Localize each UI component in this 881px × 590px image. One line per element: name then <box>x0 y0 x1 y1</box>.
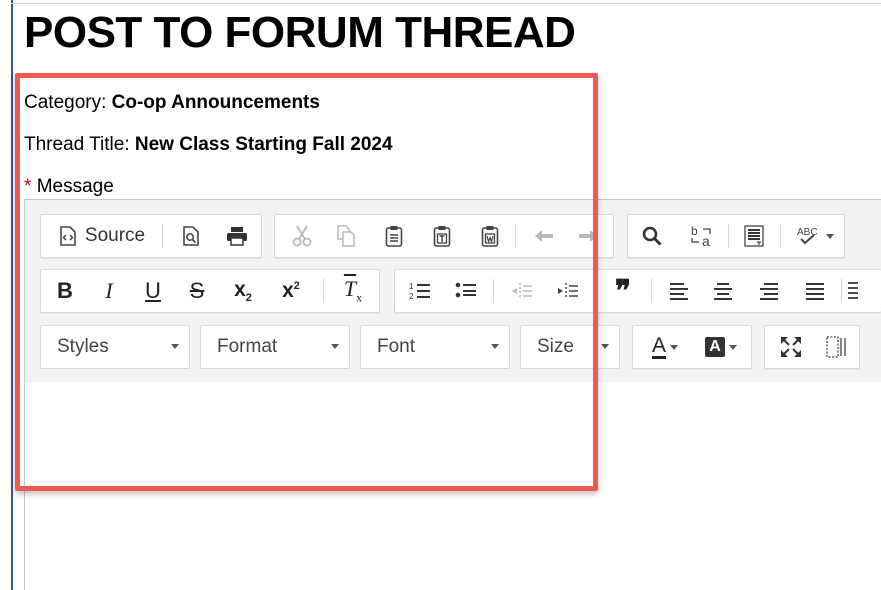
background-color-button[interactable]: A <box>695 326 747 368</box>
chevron-down-icon <box>728 344 737 350</box>
toolbar-group-editing: b a ABC <box>627 214 845 258</box>
find-button[interactable] <box>632 215 672 257</box>
justify-icon <box>806 283 824 300</box>
toolbar-separator <box>780 224 781 248</box>
spellcheck-icon: ABC <box>797 227 818 245</box>
chevron-down-icon <box>826 233 834 239</box>
svg-text:ABC: ABC <box>797 227 818 238</box>
spellcheck-button[interactable]: ABC <box>788 215 842 257</box>
toolbar-separator <box>841 279 842 303</box>
select-all-button[interactable] <box>734 215 774 257</box>
search-icon <box>642 226 662 246</box>
align-left-button[interactable] <box>659 270 699 312</box>
blockquote-button[interactable]: ❞ <box>603 270 643 312</box>
page-top-border <box>11 3 881 4</box>
toolbar-separator <box>728 224 729 248</box>
chevron-down-icon <box>601 344 609 349</box>
text-color-icon: A <box>651 333 666 359</box>
text-color-button[interactable]: A <box>639 326 691 368</box>
svg-text:b: b <box>691 224 698 238</box>
page-title: POST TO FORUM THREAD <box>24 8 576 57</box>
text-direction-icon <box>848 282 858 299</box>
align-right-icon <box>760 283 778 300</box>
align-right-button[interactable] <box>749 270 789 312</box>
background-color-icon: A <box>705 337 725 357</box>
maximize-button[interactable] <box>769 326 813 368</box>
align-center-button[interactable] <box>703 270 743 312</box>
align-left-icon <box>670 283 688 300</box>
show-blocks-icon <box>826 336 846 358</box>
show-blocks-button[interactable] <box>815 326 857 368</box>
toolbar-separator <box>651 279 652 303</box>
replace-icon: b a <box>691 224 711 248</box>
select-all-icon <box>744 225 764 247</box>
align-center-icon <box>714 283 732 300</box>
replace-button[interactable]: b a <box>680 215 724 257</box>
svg-text:a: a <box>702 233 710 248</box>
toolbar-group-tools <box>764 325 860 369</box>
chevron-down-icon <box>670 344 678 350</box>
maximize-icon <box>781 337 801 357</box>
text-direction-button[interactable] <box>847 270 881 312</box>
toolbar-group-colors: A A <box>632 325 752 369</box>
justify-button[interactable] <box>795 270 835 312</box>
page-left-border <box>11 0 13 590</box>
blockquote-icon: ❞ <box>614 274 632 308</box>
highlight-annotation-box <box>15 73 598 491</box>
